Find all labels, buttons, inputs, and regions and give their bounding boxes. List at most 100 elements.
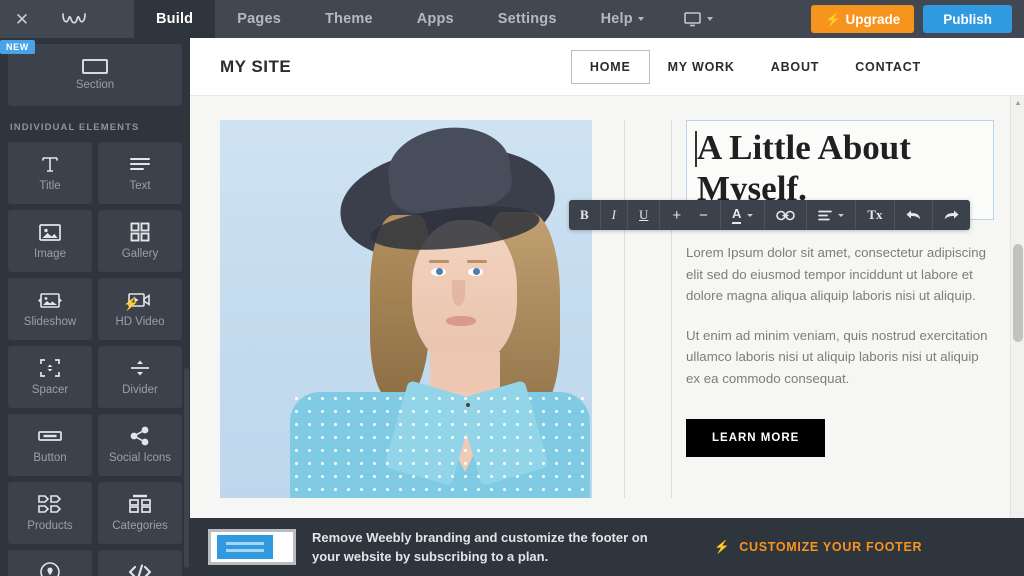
learn-more-button[interactable]: LEARN MORE — [686, 419, 826, 458]
scroll-up-arrow-icon[interactable]: ▲ — [1011, 96, 1024, 110]
decrease-font-size-button[interactable]: − — [688, 200, 721, 230]
text-column: A Little About Myself. Lorem Ipsum dolor… — [686, 120, 994, 516]
banner-message: Remove Weebly branding and customize the… — [312, 529, 648, 565]
customize-footer-link[interactable]: ⚡ CUSTOMIZE YOUR FOOTER — [714, 540, 922, 555]
column-divider — [623, 120, 625, 498]
element-title[interactable]: Title — [8, 142, 92, 204]
element-hd-video[interactable]: ⚡ HD Video — [98, 278, 182, 340]
increase-font-size-button[interactable]: + — [660, 200, 688, 230]
page-columns: A Little About Myself. Lorem Ipsum dolor… — [220, 120, 994, 516]
categories-icon — [128, 493, 152, 515]
chevron-down-icon — [637, 17, 644, 21]
element-text[interactable]: Text — [98, 142, 182, 204]
element-spacer[interactable]: Spacer — [8, 346, 92, 408]
bold-button[interactable]: B — [569, 200, 601, 230]
upgrade-button-label: Upgrade — [845, 11, 901, 27]
body-paragraph-1[interactable]: Lorem Ipsum dolor sit amet, consectetur … — [686, 242, 994, 307]
link-button[interactable] — [765, 200, 808, 230]
clear-formatting-button[interactable]: Tx — [856, 200, 895, 230]
element-social-icons-label: Social Icons — [108, 452, 171, 465]
mole — [466, 403, 470, 407]
element-hd-video-label: HD Video — [115, 316, 165, 329]
individual-elements-heading: INDIVIDUAL ELEMENTS — [10, 122, 140, 133]
tab-build[interactable]: Build — [134, 0, 216, 38]
sidebar-item-section[interactable]: NEW Section — [0, 40, 182, 106]
text-color-A-icon: A — [731, 206, 742, 224]
image-icon — [38, 221, 62, 243]
element-slideshow-label: Slideshow — [23, 316, 77, 329]
close-icon[interactable]: ✕ — [0, 0, 44, 38]
element-gallery[interactable]: Gallery — [98, 210, 182, 272]
element-embed-code[interactable]: Embed Code — [98, 550, 182, 576]
title-T-icon — [40, 153, 60, 175]
footer-preview-thumbnail — [208, 529, 296, 565]
eyebrow-right — [467, 260, 487, 263]
tab-settings[interactable]: Settings — [476, 0, 579, 38]
element-categories-label: Categories — [112, 520, 168, 533]
element-social-icons[interactable]: Social Icons — [98, 414, 182, 476]
site-header: MY SITE HOME MY WORK ABOUT CONTACT — [190, 38, 1024, 96]
woman-in-hat-photo[interactable] — [220, 120, 592, 498]
divider-icon — [128, 357, 152, 379]
bolt-icon: ⚡ — [123, 296, 140, 311]
nose — [452, 280, 465, 306]
site-nav-contact[interactable]: CONTACT — [837, 51, 939, 83]
sidebar-scrollbar[interactable] — [184, 368, 189, 568]
site-nav-about[interactable]: ABOUT — [753, 51, 837, 83]
polka-dots — [290, 392, 590, 498]
element-map[interactable]: Map — [8, 550, 92, 576]
canvas-scrollbar[interactable]: ▲ — [1010, 96, 1024, 536]
tab-help[interactable]: Help — [579, 0, 666, 38]
weebly-logo-icon[interactable] — [44, 0, 104, 38]
top-bar: ✕ Build Pages Theme Apps Settings Help ⚡… — [0, 0, 1024, 38]
bolt-icon: ⚡ — [714, 539, 731, 554]
tab-theme[interactable]: Theme — [303, 0, 395, 38]
chevron-down-icon — [838, 213, 845, 217]
social-share-icon — [129, 425, 151, 447]
chevron-down-icon — [747, 213, 754, 217]
elements-grid: Title Text Image Gallery Slideshow ⚡ HD … — [0, 142, 190, 576]
rectangle-icon — [82, 59, 108, 74]
site-title[interactable]: MY SITE — [220, 57, 291, 77]
text-edit-toolbar: B I U + − A Tx — [569, 200, 970, 230]
element-divider[interactable]: Divider — [98, 346, 182, 408]
headline-text: A Little About Myself. — [697, 128, 911, 208]
canvas-scrollbar-thumb[interactable] — [1013, 244, 1023, 342]
chevron-down-icon — [706, 17, 713, 21]
spacer-icon — [38, 357, 62, 379]
element-button[interactable]: Button — [8, 414, 92, 476]
align-button[interactable] — [807, 200, 857, 230]
footer-upsell-banner: Remove Weebly branding and customize the… — [190, 518, 1024, 576]
element-image[interactable]: Image — [8, 210, 92, 272]
site-nav-my-work[interactable]: MY WORK — [650, 51, 753, 83]
photo-column — [220, 120, 592, 516]
tab-apps[interactable]: Apps — [395, 0, 476, 38]
column-gutter — [656, 120, 686, 516]
element-text-label: Text — [129, 180, 151, 193]
top-bar-actions: ⚡ Upgrade Publish — [811, 0, 1024, 38]
customize-footer-label: CUSTOMIZE YOUR FOOTER — [739, 540, 923, 554]
thumbnail-line — [226, 542, 264, 545]
device-preview-switcher[interactable] — [666, 0, 731, 38]
redo-button[interactable] — [933, 200, 970, 230]
body-paragraph-2[interactable]: Ut enim ad minim veniam, quis nostrud ex… — [686, 325, 994, 390]
italic-button[interactable]: I — [601, 200, 629, 230]
products-icon — [37, 493, 63, 515]
text-color-button[interactable]: A — [721, 200, 766, 230]
column-divider — [670, 120, 672, 498]
site-navigation: HOME MY WORK ABOUT CONTACT — [570, 49, 994, 84]
bolt-icon: ⚡ — [825, 11, 842, 27]
footer-preview-bar — [217, 535, 273, 559]
element-slideshow[interactable]: Slideshow — [8, 278, 92, 340]
publish-button[interactable]: Publish — [923, 5, 1012, 33]
site-nav-home[interactable]: HOME — [570, 49, 650, 84]
element-products[interactable]: Products — [8, 482, 92, 544]
undo-button[interactable] — [895, 200, 933, 230]
gallery-grid-icon — [130, 221, 150, 243]
footer-preview-thumbnail-inner — [211, 532, 293, 562]
underline-button[interactable]: U — [628, 200, 661, 230]
upgrade-button[interactable]: ⚡ Upgrade — [811, 5, 915, 33]
element-image-label: Image — [34, 248, 66, 261]
element-categories[interactable]: Categories — [98, 482, 182, 544]
tab-pages[interactable]: Pages — [215, 0, 303, 38]
